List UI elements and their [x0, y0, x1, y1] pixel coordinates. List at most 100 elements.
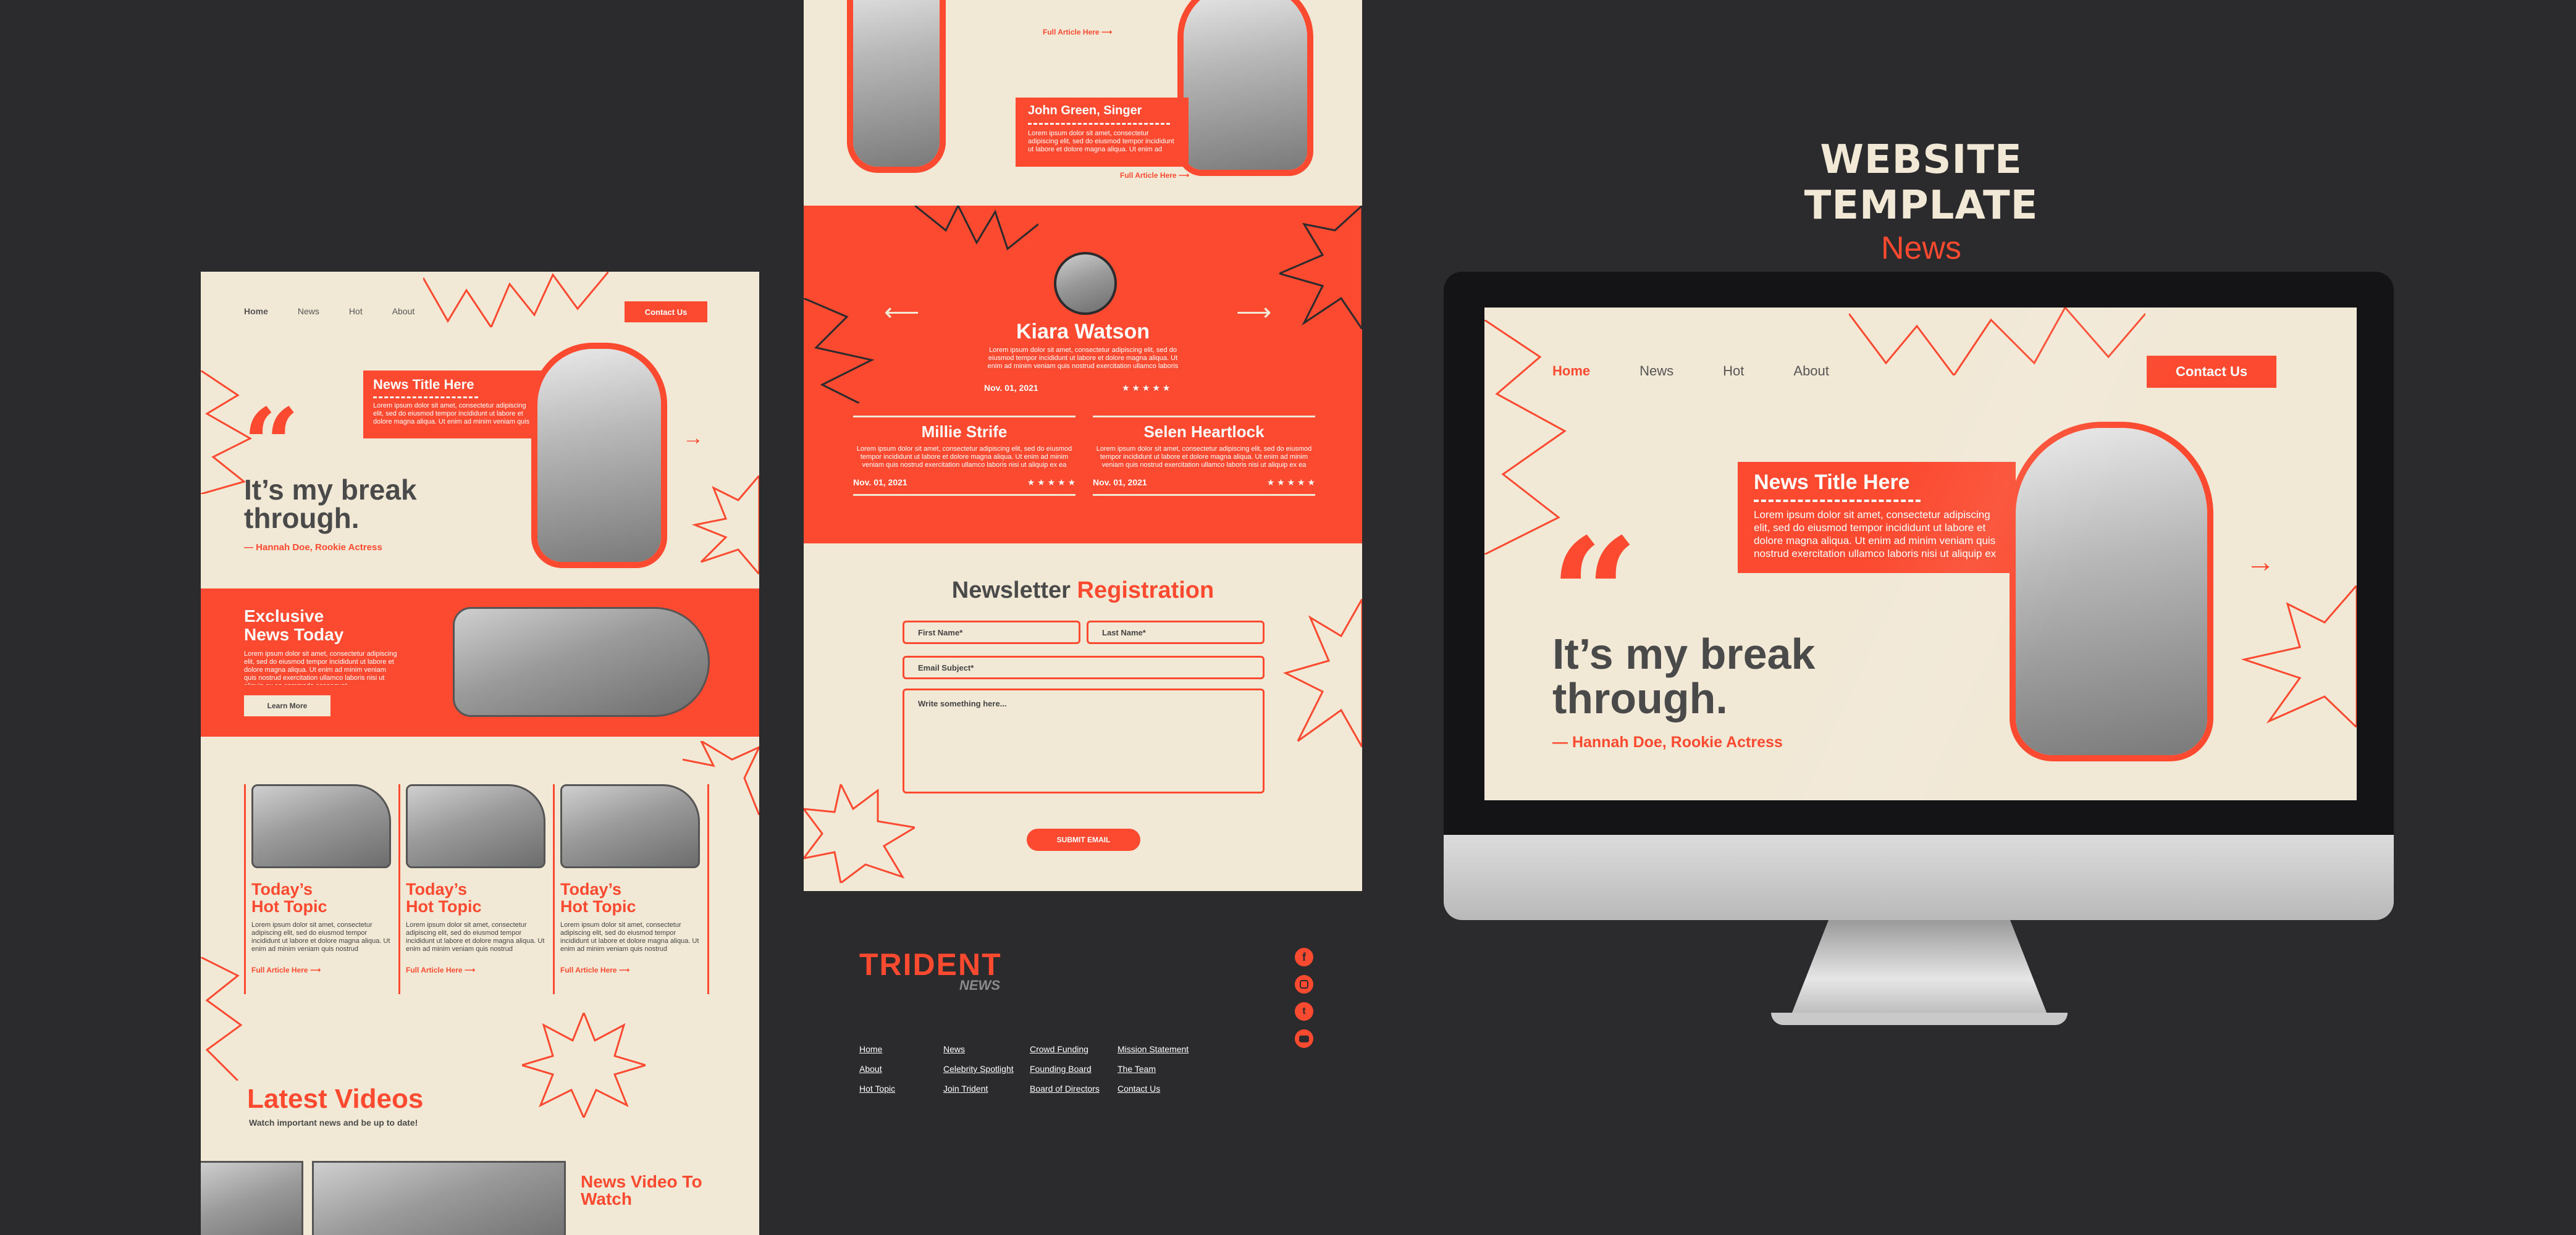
starburst-decoration [522, 1013, 646, 1118]
hot-topic-photo [406, 784, 545, 868]
nav-hot[interactable]: Hot [349, 306, 363, 316]
testimonial-text: Lorem ipsum dolor sit amet, consectetur … [987, 346, 1179, 371]
video-thumbnail[interactable] [201, 1161, 303, 1235]
hero-attribution: — Hannah Doe, Rookie Actress [1552, 734, 1783, 751]
hero-quote: It’s my break through. [244, 474, 417, 534]
review-text: Lorem ipsum dolor sit amet, consectetur … [856, 445, 1072, 470]
starburst-decoration [804, 298, 875, 403]
hot-topic-link[interactable]: Full Article Here ⟶ [251, 966, 390, 974]
hot-topic-card[interactable]: Today’s Hot Topic Lorem ipsum dolor sit … [251, 784, 391, 974]
submit-email-button[interactable]: SUBMIT EMAIL [1027, 829, 1140, 851]
footer-link[interactable]: Founding Board [1030, 1064, 1100, 1074]
hot-topic-link[interactable]: Full Article Here ⟶ [560, 966, 699, 974]
monitor-base [1771, 1013, 2068, 1025]
social-icons: f t [1295, 948, 1313, 1048]
footer-link[interactable]: Home [859, 1044, 895, 1054]
starburst-decoration [2241, 585, 2357, 727]
nav-home[interactable]: Home [244, 306, 268, 316]
starburst-decoration [423, 272, 608, 327]
hot-topic-link[interactable]: Full Article Here ⟶ [406, 966, 545, 974]
next-arrow-icon[interactable]: → [2246, 545, 2275, 579]
footer: TRIDENT NEWS Home About Hot Topic News C… [804, 891, 1362, 1162]
arrow-right-icon: ⟶ [618, 966, 630, 974]
nav-about[interactable]: About [1793, 363, 1829, 379]
hot-topic-title: Today’s Hot Topic [406, 880, 482, 916]
top-article-link-2[interactable]: Full Article Here ⟶ [1120, 171, 1189, 180]
hot-topic-photo [560, 784, 700, 868]
top-figure-right [1184, 0, 1307, 170]
starburst-decoration [1279, 206, 1362, 329]
testimonial-band: ⟵ ⟶ Kiara Watson Lorem ipsum dolor sit a… [804, 206, 1362, 543]
facebook-icon[interactable]: f [1295, 948, 1313, 966]
review-date: Nov. 01, 2021 [853, 477, 907, 487]
hero-photo [537, 349, 661, 562]
twitter-icon[interactable]: t [1295, 1002, 1313, 1021]
exclusive-title: Exclusive News Today [244, 606, 344, 644]
top-figure-left [853, 0, 940, 167]
brand-sub: NEWS [959, 978, 1000, 993]
testimonial-name: Kiara Watson [1016, 320, 1150, 343]
prev-arrow-icon[interactable]: ⟵ [884, 298, 919, 327]
footer-link[interactable]: Mission Statement [1118, 1044, 1189, 1054]
youtube-icon[interactable] [1295, 1029, 1313, 1048]
left-nav: Home News Hot About [244, 306, 415, 316]
hot-topic-excerpt: Lorem ipsum dolor sit amet, consectetur … [406, 921, 545, 953]
news-title: News Title Here [373, 377, 474, 392]
latest-videos-subtitle: Watch important news and be up to date! [249, 1118, 418, 1128]
footer-link[interactable]: The Team [1118, 1064, 1189, 1074]
last-name-field[interactable]: Last Name* [1087, 621, 1265, 644]
contact-us-button[interactable]: Contact Us [2147, 356, 2276, 388]
next-arrow-icon[interactable]: → [683, 426, 704, 450]
instagram-icon[interactable] [1295, 975, 1313, 994]
learn-more-button[interactable]: Learn More [244, 695, 330, 716]
nav-home[interactable]: Home [1552, 363, 1590, 379]
top-article-link-1[interactable]: Full Article Here ⟶ [1043, 28, 1112, 36]
footer-link[interactable]: Contact Us [1118, 1084, 1189, 1094]
video-title: News Video To Watch [581, 1172, 702, 1208]
hot-topic-card[interactable]: Today’s Hot Topic Lorem ipsum dolor sit … [560, 784, 700, 974]
hot-topic-card[interactable]: Today’s Hot Topic Lorem ipsum dolor sit … [406, 784, 545, 974]
footer-link[interactable]: Hot Topic [859, 1084, 895, 1094]
footer-col: News Celebrity Spotlight Join Trident [943, 1044, 1014, 1094]
title-sub: News [1880, 230, 1962, 266]
avatar [1054, 252, 1117, 315]
middle-page: Full Article Here ⟶ John Green, Singer L… [804, 0, 1362, 1162]
nav-news[interactable]: News [1639, 363, 1673, 379]
arrow-right-icon: ⟶ [464, 966, 476, 974]
message-field[interactable]: Write something here... [903, 689, 1265, 793]
starburst-decoration [804, 784, 915, 883]
footer-link[interactable]: About [859, 1064, 895, 1074]
starburst-decoration [201, 957, 243, 1081]
footer-col: Mission Statement The Team Contact Us [1118, 1044, 1189, 1094]
starburst-decoration [1282, 599, 1362, 747]
newsletter-heading-1: Newsletter [951, 577, 1071, 603]
arrow-right-icon: ⟶ [1178, 171, 1190, 180]
news-excerpt: Lorem ipsum dolor sit amet, consectetur … [373, 402, 530, 427]
footer-link[interactable]: Join Trident [943, 1084, 1014, 1094]
review-date: Nov. 01, 2021 [1093, 477, 1147, 487]
first-name-field[interactable]: First Name* [903, 621, 1080, 644]
starburst-decoration [1849, 308, 2145, 375]
footer-link[interactable]: Celebrity Spotlight [943, 1064, 1014, 1074]
footer-link[interactable]: Board of Directors [1030, 1084, 1100, 1094]
email-subject-field[interactable]: Email Subject* [903, 656, 1265, 679]
starburst-decoration [691, 475, 759, 574]
news-title-box: News Title Here Lorem ipsum dolor sit am… [363, 371, 542, 438]
hot-topic-title: Today’s Hot Topic [251, 880, 327, 916]
nav-about[interactable]: About [392, 306, 415, 316]
arrow-right-icon: ⟶ [1101, 28, 1113, 36]
left-page: Home News Hot About Contact Us News Titl… [201, 272, 759, 1235]
footer-col: Crowd Funding Founding Board Board of Di… [1030, 1044, 1100, 1094]
video-thumbnail-main[interactable] [312, 1161, 566, 1235]
nav-news[interactable]: News [298, 306, 319, 316]
exclusive-band: Exclusive News Today Lorem ipsum dolor s… [201, 588, 759, 737]
footer-link[interactable]: News [943, 1044, 1014, 1054]
singer-excerpt: Lorem ipsum dolor sit amet, consectetur … [1028, 130, 1174, 154]
footer-link[interactable]: Crowd Funding [1030, 1044, 1100, 1054]
nav-hot[interactable]: Hot [1723, 363, 1744, 379]
next-arrow-icon[interactable]: ⟶ [1236, 298, 1271, 327]
singer-name: John Green, Singer [1028, 104, 1142, 117]
contact-us-button[interactable]: Contact Us [625, 301, 707, 322]
hot-topic-excerpt: Lorem ipsum dolor sit amet, consectetur … [560, 921, 699, 953]
arrow-right-icon: ⟶ [309, 966, 321, 974]
